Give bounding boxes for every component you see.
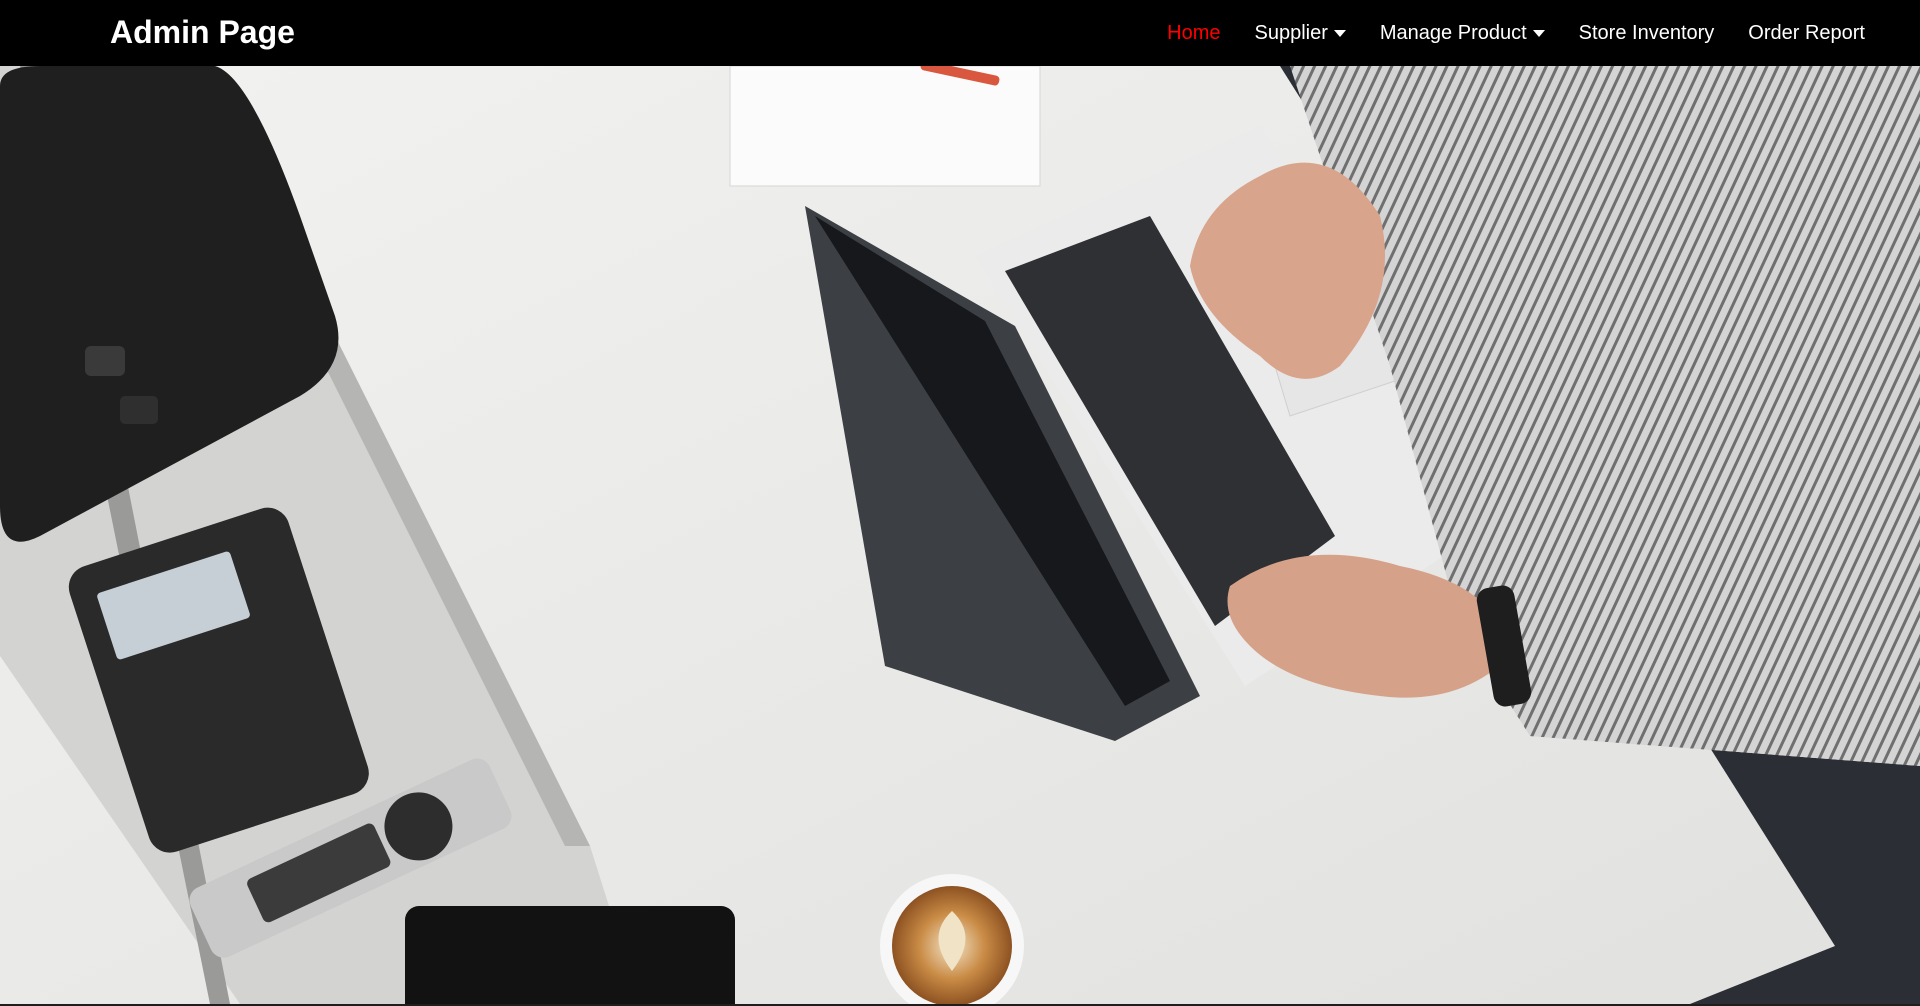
desk-photo-illustration: [0, 66, 1920, 1004]
nav-item-label: Home: [1167, 22, 1221, 44]
nav-item-store-inventory[interactable]: Store Inventory: [1579, 21, 1715, 45]
nav-item-label: Order Report: [1748, 22, 1865, 44]
nav-item-label: Manage Product: [1379, 22, 1527, 44]
caret-down-icon: [1532, 29, 1545, 37]
tablet-icon: [405, 906, 735, 1004]
nav-item-home[interactable]: Home: [1167, 21, 1220, 45]
brand-title[interactable]: Admin Page: [110, 12, 295, 52]
nav-item-supplier[interactable]: Supplier: [1255, 21, 1346, 45]
nav-menu: Home Supplier Manage Product Store Inven…: [1133, 0, 1865, 66]
caret-down-icon: [1333, 29, 1346, 37]
nav-item-order-report[interactable]: Order Report: [1748, 21, 1865, 45]
nav-item-label: Supplier: [1254, 22, 1328, 44]
top-navbar: Admin Page Home Supplier Manage Product …: [0, 0, 1920, 66]
hero-image: [0, 66, 1920, 1004]
nav-item-manage-product[interactable]: Manage Product: [1380, 21, 1545, 45]
nav-item-label: Store Inventory: [1578, 22, 1715, 44]
